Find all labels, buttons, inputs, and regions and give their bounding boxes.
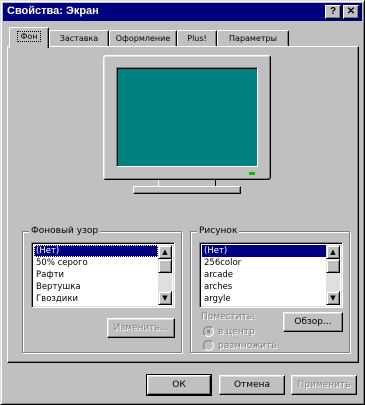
pattern-group-label: Фоновый узор xyxy=(29,225,101,237)
list-item[interactable]: (Нет) xyxy=(34,245,158,257)
ok-button[interactable]: ОК xyxy=(146,374,212,396)
desktop-preview-screen xyxy=(116,67,258,167)
monitor-preview xyxy=(103,55,271,180)
display-properties-dialog: Свойства: Экран ? ✕ Фон Заставка Оформле… xyxy=(0,0,365,405)
scroll-thumb[interactable] xyxy=(158,259,172,273)
list-item[interactable]: (Нет) xyxy=(202,245,326,257)
list-item[interactable]: argyle xyxy=(202,293,326,305)
center-option[interactable]: в центр xyxy=(203,326,255,337)
edit-pattern-button[interactable]: Изменить... xyxy=(107,318,175,338)
apply-button[interactable]: Применить xyxy=(291,375,357,395)
cancel-button[interactable]: Отмена xyxy=(219,375,285,395)
list-item[interactable]: Рафти xyxy=(34,269,158,281)
power-led-icon xyxy=(249,172,255,175)
title-bar[interactable]: Свойства: Экран ? ✕ xyxy=(3,3,362,21)
scroll-down-icon[interactable]: ▼ xyxy=(158,291,172,305)
wallpaper-group-label: Рисунок xyxy=(197,225,240,237)
monitor-stand xyxy=(133,186,241,194)
wallpaper-scrollbar[interactable]: ▲ ▼ xyxy=(326,245,340,305)
list-item[interactable]: 256color xyxy=(202,257,326,269)
help-button[interactable]: ? xyxy=(325,5,341,19)
tile-option[interactable]: размножить xyxy=(203,340,277,351)
list-item[interactable]: arches xyxy=(202,281,326,293)
list-item[interactable]: 50% серого xyxy=(34,257,158,269)
wallpaper-listbox[interactable]: (Нет) 256color arcade arches argyle ▲ ▼ xyxy=(199,242,343,308)
display-label: Поместить: xyxy=(201,312,256,322)
tab-background[interactable]: Фон xyxy=(9,27,49,48)
scroll-down-icon[interactable]: ▼ xyxy=(326,291,340,305)
background-tab-panel: Фоновый узор (Нет) 50% серого Рафти Верт… xyxy=(7,46,359,363)
close-icon[interactable]: ✕ xyxy=(343,5,359,19)
pattern-scrollbar[interactable]: ▲ ▼ xyxy=(158,245,172,305)
window-title: Свойства: Экран xyxy=(7,5,99,17)
scroll-thumb[interactable] xyxy=(326,259,340,273)
list-item[interactable]: Гвоздики xyxy=(34,293,158,305)
list-item[interactable]: Вертушка xyxy=(34,281,158,293)
pattern-listbox[interactable]: (Нет) 50% серого Рафти Вертушка Гвоздики… xyxy=(31,242,175,308)
tab-screensaver[interactable]: Заставка xyxy=(49,30,109,47)
tab-appearance[interactable]: Оформление xyxy=(109,30,177,47)
tab-strip: Фон Заставка Оформление Plus! Параметры xyxy=(7,27,359,48)
list-item[interactable]: arcade xyxy=(202,269,326,281)
tab-plus[interactable]: Plus! xyxy=(177,30,217,47)
radio-icon[interactable] xyxy=(203,326,214,337)
pattern-group: Фоновый узор (Нет) 50% серого Рафти Верт… xyxy=(22,225,182,353)
radio-icon[interactable] xyxy=(203,340,214,351)
browse-button[interactable]: Обзор... xyxy=(283,312,343,332)
wallpaper-group: Рисунок (Нет) 256color arcade arches arg… xyxy=(190,225,350,353)
scroll-up-icon[interactable]: ▲ xyxy=(326,245,340,259)
tab-settings[interactable]: Параметры xyxy=(217,30,289,47)
scroll-up-icon[interactable]: ▲ xyxy=(158,245,172,259)
